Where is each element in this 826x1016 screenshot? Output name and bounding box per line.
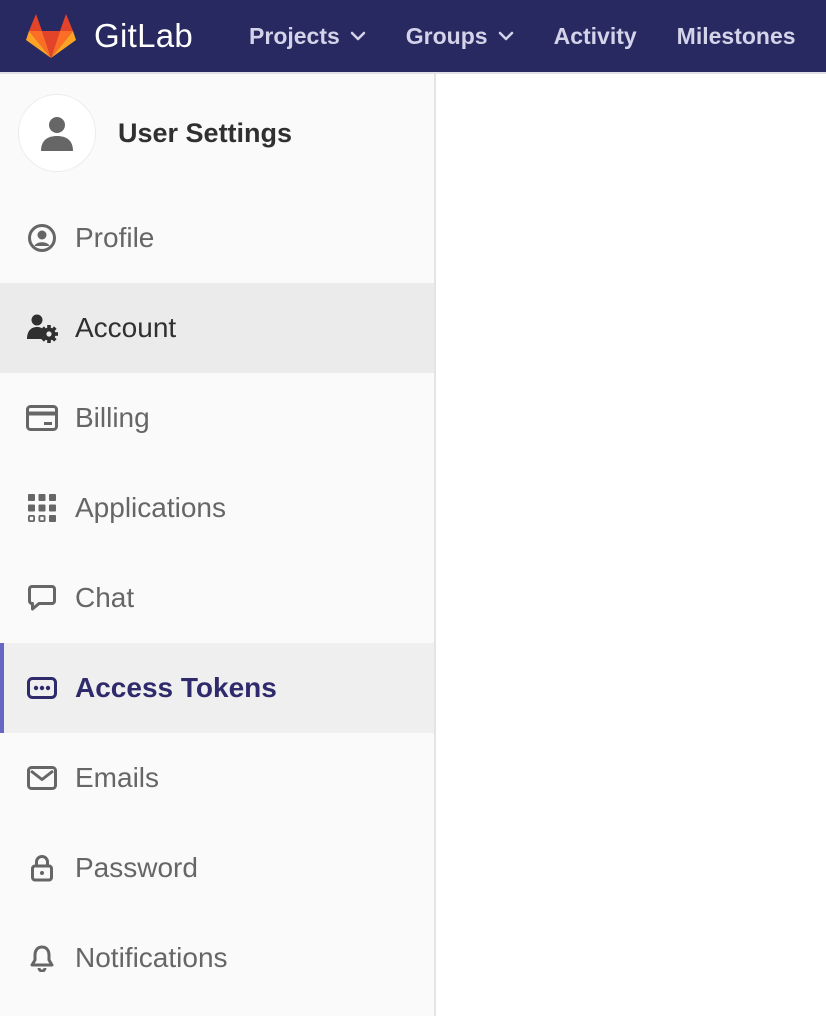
brand-name: GitLab: [94, 17, 194, 54]
main-content: [436, 74, 826, 1016]
sidebar-item-notifications[interactable]: Notifications: [0, 913, 434, 1003]
sidebar-item-label: Profile: [75, 222, 155, 253]
user-icon: [41, 117, 73, 151]
sidebar-item-profile[interactable]: Profile: [0, 193, 434, 283]
sidebar-item-label: Password: [75, 852, 198, 883]
sidebar-menu: Profile Account Billing Applications Cha: [0, 193, 434, 1003]
sidebar-item-emails[interactable]: Emails: [0, 733, 434, 823]
applications-icon: [26, 492, 58, 524]
settings-sidebar: User Settings Profile Account Billing Ap…: [0, 74, 434, 1016]
nav-activity[interactable]: Activity: [554, 23, 637, 50]
sidebar-item-label: Chat: [75, 582, 135, 613]
nav-projects[interactable]: Projects: [249, 23, 366, 50]
sidebar-item-label: Emails: [75, 762, 160, 793]
chevron-down-icon: [350, 31, 366, 41]
sidebar-item-account[interactable]: Account: [0, 283, 434, 373]
account-icon: [26, 312, 58, 344]
profile-icon: [26, 222, 58, 254]
sidebar-item-billing[interactable]: Billing: [0, 373, 434, 463]
sidebar-item-label: Billing: [75, 402, 150, 433]
comment-icon: [26, 582, 58, 614]
sidebar-item-applications[interactable]: Applications: [0, 463, 434, 553]
token-icon: [26, 672, 58, 704]
sidebar-item-password[interactable]: Password: [0, 823, 434, 913]
sidebar-item-chat[interactable]: Chat: [0, 553, 434, 643]
nav-activity-label: Activity: [553, 22, 637, 49]
nav-milestones[interactable]: Milestones: [677, 23, 796, 50]
sidebar-item-access-tokens[interactable]: Access Tokens: [0, 643, 434, 733]
nav-milestones-label: Milestones: [676, 22, 796, 49]
avatar: [18, 94, 96, 172]
notifications-icon: [26, 942, 58, 974]
sidebar-context-title: User Settings: [118, 117, 293, 148]
lock-icon: [26, 852, 58, 884]
sidebar-item-label: Applications: [75, 492, 226, 523]
nav-projects-label: Projects: [249, 22, 340, 49]
nav-groups[interactable]: Groups: [406, 23, 514, 50]
chevron-down-icon: [498, 31, 513, 41]
sidebar-context-header[interactable]: User Settings: [0, 74, 434, 192]
sidebar-item-label: Account: [75, 312, 177, 343]
sidebar-item-label: Access Tokens: [75, 672, 277, 703]
top-navbar: GitLab Projects Groups Activity Mileston…: [0, 0, 826, 72]
mail-icon: [26, 762, 58, 794]
gitlab-tanuki-icon: [26, 14, 76, 58]
brand-logo-link[interactable]: GitLab: [26, 13, 193, 59]
nav-groups-label: Groups: [405, 22, 488, 49]
credit-card-icon: [26, 402, 58, 434]
sidebar-item-label: Notifications: [75, 942, 228, 973]
main-nav: Projects Groups Activity Milestones: [249, 23, 826, 50]
